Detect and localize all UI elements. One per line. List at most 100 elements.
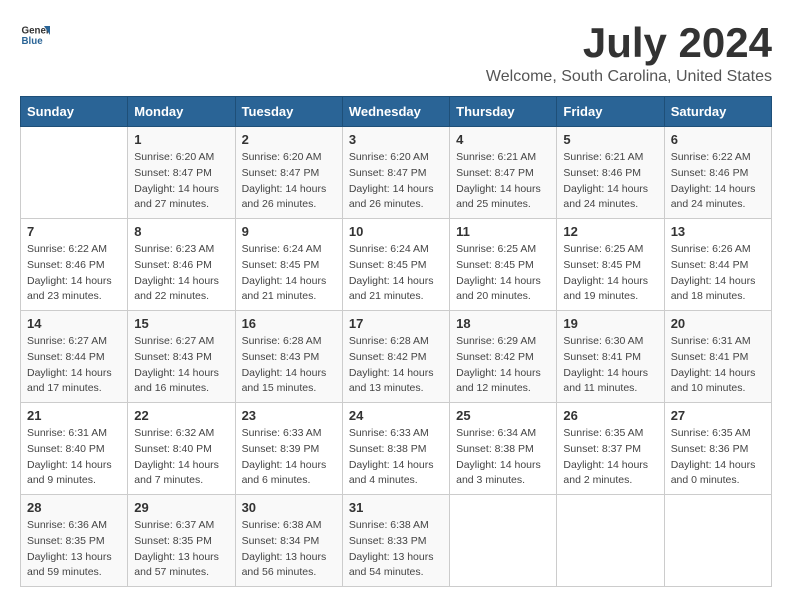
table-cell: 31 Sunrise: 6:38 AMSunset: 8:33 PMDayligh…	[342, 495, 449, 587]
col-header-friday: Friday	[557, 97, 664, 127]
table-cell: 2 Sunrise: 6:20 AMSunset: 8:47 PMDaylight…	[235, 127, 342, 219]
day-info: Sunrise: 6:24 AMSunset: 8:45 PMDaylight:…	[349, 242, 443, 305]
day-info: Sunrise: 6:28 AMSunset: 8:42 PMDaylight:…	[349, 334, 443, 397]
day-number: 20	[671, 316, 765, 331]
day-info: Sunrise: 6:31 AMSunset: 8:40 PMDaylight:…	[27, 426, 121, 489]
table-cell: 29 Sunrise: 6:37 AMSunset: 8:35 PMDayligh…	[128, 495, 235, 587]
day-number: 3	[349, 132, 443, 147]
table-cell: 25 Sunrise: 6:34 AMSunset: 8:38 PMDayligh…	[450, 403, 557, 495]
table-cell: 27 Sunrise: 6:35 AMSunset: 8:36 PMDayligh…	[664, 403, 771, 495]
table-cell: 13Sunrise: 6:26 AMSunset: 8:44 PMDayligh…	[664, 219, 771, 311]
week-row-4: 21 Sunrise: 6:31 AMSunset: 8:40 PMDayligh…	[21, 403, 772, 495]
day-number: 8	[134, 224, 228, 239]
table-cell: 30 Sunrise: 6:38 AMSunset: 8:34 PMDayligh…	[235, 495, 342, 587]
calendar: SundayMondayTuesdayWednesdayThursdayFrid…	[20, 96, 772, 587]
table-cell	[557, 495, 664, 587]
day-number: 7	[27, 224, 121, 239]
day-info: Sunrise: 6:37 AMSunset: 8:35 PMDaylight:…	[134, 518, 228, 581]
day-number: 19	[563, 316, 657, 331]
day-info: Sunrise: 6:20 AMSunset: 8:47 PMDaylight:…	[242, 150, 336, 213]
day-info: Sunrise: 6:35 AMSunset: 8:37 PMDaylight:…	[563, 426, 657, 489]
table-cell: 22 Sunrise: 6:32 AMSunset: 8:40 PMDayligh…	[128, 403, 235, 495]
table-cell: 17Sunrise: 6:28 AMSunset: 8:42 PMDayligh…	[342, 311, 449, 403]
day-number: 26	[563, 408, 657, 423]
day-info: Sunrise: 6:21 AMSunset: 8:46 PMDaylight:…	[563, 150, 657, 213]
day-info: Sunrise: 6:20 AMSunset: 8:47 PMDaylight:…	[349, 150, 443, 213]
day-number: 10	[349, 224, 443, 239]
table-cell: 4 Sunrise: 6:21 AMSunset: 8:47 PMDaylight…	[450, 127, 557, 219]
day-info: Sunrise: 6:22 AMSunset: 8:46 PMDaylight:…	[671, 150, 765, 213]
day-info: Sunrise: 6:25 AMSunset: 8:45 PMDaylight:…	[563, 242, 657, 305]
week-row-2: 7Sunrise: 6:22 AMSunset: 8:46 PMDaylight…	[21, 219, 772, 311]
day-number: 13	[671, 224, 765, 239]
logo: General Blue	[20, 20, 50, 50]
day-info: Sunrise: 6:36 AMSunset: 8:35 PMDaylight:…	[27, 518, 121, 581]
table-cell: 19Sunrise: 6:30 AMSunset: 8:41 PMDayligh…	[557, 311, 664, 403]
day-info: Sunrise: 6:24 AMSunset: 8:45 PMDaylight:…	[242, 242, 336, 305]
day-number: 4	[456, 132, 550, 147]
table-cell: 12 Sunrise: 6:25 AMSunset: 8:45 PMDayligh…	[557, 219, 664, 311]
title-section: July 2024 Welcome, South Carolina, Unite…	[486, 20, 772, 86]
table-cell	[664, 495, 771, 587]
day-info: Sunrise: 6:33 AMSunset: 8:39 PMDaylight:…	[242, 426, 336, 489]
table-cell: 11Sunrise: 6:25 AMSunset: 8:45 PMDayligh…	[450, 219, 557, 311]
table-cell: 16 Sunrise: 6:28 AMSunset: 8:43 PMDayligh…	[235, 311, 342, 403]
calendar-header: SundayMondayTuesdayWednesdayThursdayFrid…	[21, 97, 772, 127]
logo-icon: General Blue	[20, 20, 50, 50]
day-info: Sunrise: 6:31 AMSunset: 8:41 PMDaylight:…	[671, 334, 765, 397]
day-info: Sunrise: 6:34 AMSunset: 8:38 PMDaylight:…	[456, 426, 550, 489]
table-cell: 9Sunrise: 6:24 AMSunset: 8:45 PMDaylight…	[235, 219, 342, 311]
table-cell: 10 Sunrise: 6:24 AMSunset: 8:45 PMDayligh…	[342, 219, 449, 311]
day-number: 11	[456, 224, 550, 239]
day-number: 28	[27, 500, 121, 515]
day-info: Sunrise: 6:21 AMSunset: 8:47 PMDaylight:…	[456, 150, 550, 213]
day-info: Sunrise: 6:29 AMSunset: 8:42 PMDaylight:…	[456, 334, 550, 397]
col-header-sunday: Sunday	[21, 97, 128, 127]
day-number: 1	[134, 132, 228, 147]
main-title: July 2024	[486, 20, 772, 66]
day-number: 24	[349, 408, 443, 423]
day-info: Sunrise: 6:23 AMSunset: 8:46 PMDaylight:…	[134, 242, 228, 305]
day-number: 12	[563, 224, 657, 239]
table-cell: 21 Sunrise: 6:31 AMSunset: 8:40 PMDayligh…	[21, 403, 128, 495]
day-number: 5	[563, 132, 657, 147]
day-number: 6	[671, 132, 765, 147]
day-info: Sunrise: 6:27 AMSunset: 8:44 PMDaylight:…	[27, 334, 121, 397]
day-info: Sunrise: 6:35 AMSunset: 8:36 PMDaylight:…	[671, 426, 765, 489]
table-cell: 6 Sunrise: 6:22 AMSunset: 8:46 PMDaylight…	[664, 127, 771, 219]
day-number: 2	[242, 132, 336, 147]
day-number: 25	[456, 408, 550, 423]
header: General Blue July 2024 Welcome, South Ca…	[20, 20, 772, 86]
week-row-3: 14Sunrise: 6:27 AMSunset: 8:44 PMDayligh…	[21, 311, 772, 403]
day-number: 27	[671, 408, 765, 423]
col-header-wednesday: Wednesday	[342, 97, 449, 127]
table-cell: 23Sunrise: 6:33 AMSunset: 8:39 PMDayligh…	[235, 403, 342, 495]
table-cell: 20 Sunrise: 6:31 AMSunset: 8:41 PMDayligh…	[664, 311, 771, 403]
col-header-monday: Monday	[128, 97, 235, 127]
table-cell: 24 Sunrise: 6:33 AMSunset: 8:38 PMDayligh…	[342, 403, 449, 495]
day-number: 21	[27, 408, 121, 423]
day-info: Sunrise: 6:27 AMSunset: 8:43 PMDaylight:…	[134, 334, 228, 397]
table-cell: 8 Sunrise: 6:23 AMSunset: 8:46 PMDaylight…	[128, 219, 235, 311]
day-info: Sunrise: 6:33 AMSunset: 8:38 PMDaylight:…	[349, 426, 443, 489]
table-cell: 7Sunrise: 6:22 AMSunset: 8:46 PMDaylight…	[21, 219, 128, 311]
day-number: 29	[134, 500, 228, 515]
day-info: Sunrise: 6:32 AMSunset: 8:40 PMDaylight:…	[134, 426, 228, 489]
week-row-5: 28 Sunrise: 6:36 AMSunset: 8:35 PMDayligh…	[21, 495, 772, 587]
day-number: 31	[349, 500, 443, 515]
day-number: 18	[456, 316, 550, 331]
col-header-saturday: Saturday	[664, 97, 771, 127]
day-info: Sunrise: 6:38 AMSunset: 8:34 PMDaylight:…	[242, 518, 336, 581]
table-cell: 15 Sunrise: 6:27 AMSunset: 8:43 PMDayligh…	[128, 311, 235, 403]
week-row-1: 1 Sunrise: 6:20 AMSunset: 8:47 PMDaylight…	[21, 127, 772, 219]
day-number: 16	[242, 316, 336, 331]
day-info: Sunrise: 6:28 AMSunset: 8:43 PMDaylight:…	[242, 334, 336, 397]
day-number: 15	[134, 316, 228, 331]
col-header-thursday: Thursday	[450, 97, 557, 127]
day-number: 22	[134, 408, 228, 423]
subtitle: Welcome, South Carolina, United States	[486, 68, 772, 86]
table-cell: 5 Sunrise: 6:21 AMSunset: 8:46 PMDaylight…	[557, 127, 664, 219]
day-info: Sunrise: 6:38 AMSunset: 8:33 PMDaylight:…	[349, 518, 443, 581]
day-number: 30	[242, 500, 336, 515]
calendar-body: 1 Sunrise: 6:20 AMSunset: 8:47 PMDaylight…	[21, 127, 772, 587]
